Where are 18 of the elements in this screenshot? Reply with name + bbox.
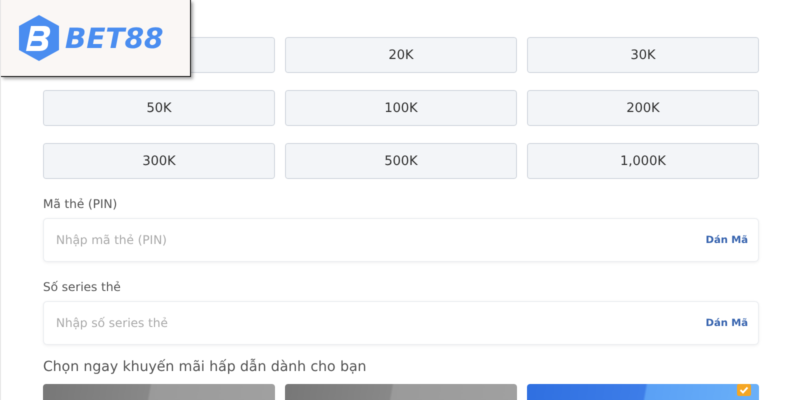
field-label: Mã thẻ (PIN) bbox=[43, 197, 118, 211]
field-label: Số series thẻ bbox=[43, 280, 122, 294]
logo-text: BET88 bbox=[65, 22, 164, 54]
logo-icon bbox=[17, 14, 61, 62]
check-icon bbox=[737, 384, 751, 396]
amount-button[interactable]: 200K bbox=[527, 90, 759, 126]
amount-button[interactable]: 20K bbox=[285, 37, 517, 73]
amount-button[interactable]: 1,000K bbox=[527, 143, 759, 179]
section-heading: Chọn ngay khuyến mãi hấp dẫn dành cho bạn bbox=[43, 359, 368, 375]
amount-button[interactable]: 500K bbox=[285, 143, 517, 179]
input-field[interactable]: Nhập số series thẻ Dán Mã bbox=[43, 301, 759, 345]
paste-button[interactable]: Dán Mã bbox=[706, 234, 748, 246]
amount-button[interactable]: 30K bbox=[527, 37, 759, 73]
input-field[interactable]: Nhập mã thẻ (PIN) Dán Mã bbox=[43, 218, 759, 262]
amount-button[interactable]: 100K bbox=[285, 90, 517, 126]
paste-button[interactable]: Dán Mã bbox=[706, 318, 748, 328]
amount-button[interactable]: 50K bbox=[43, 90, 275, 126]
amount-button[interactable]: 300K bbox=[43, 143, 275, 179]
